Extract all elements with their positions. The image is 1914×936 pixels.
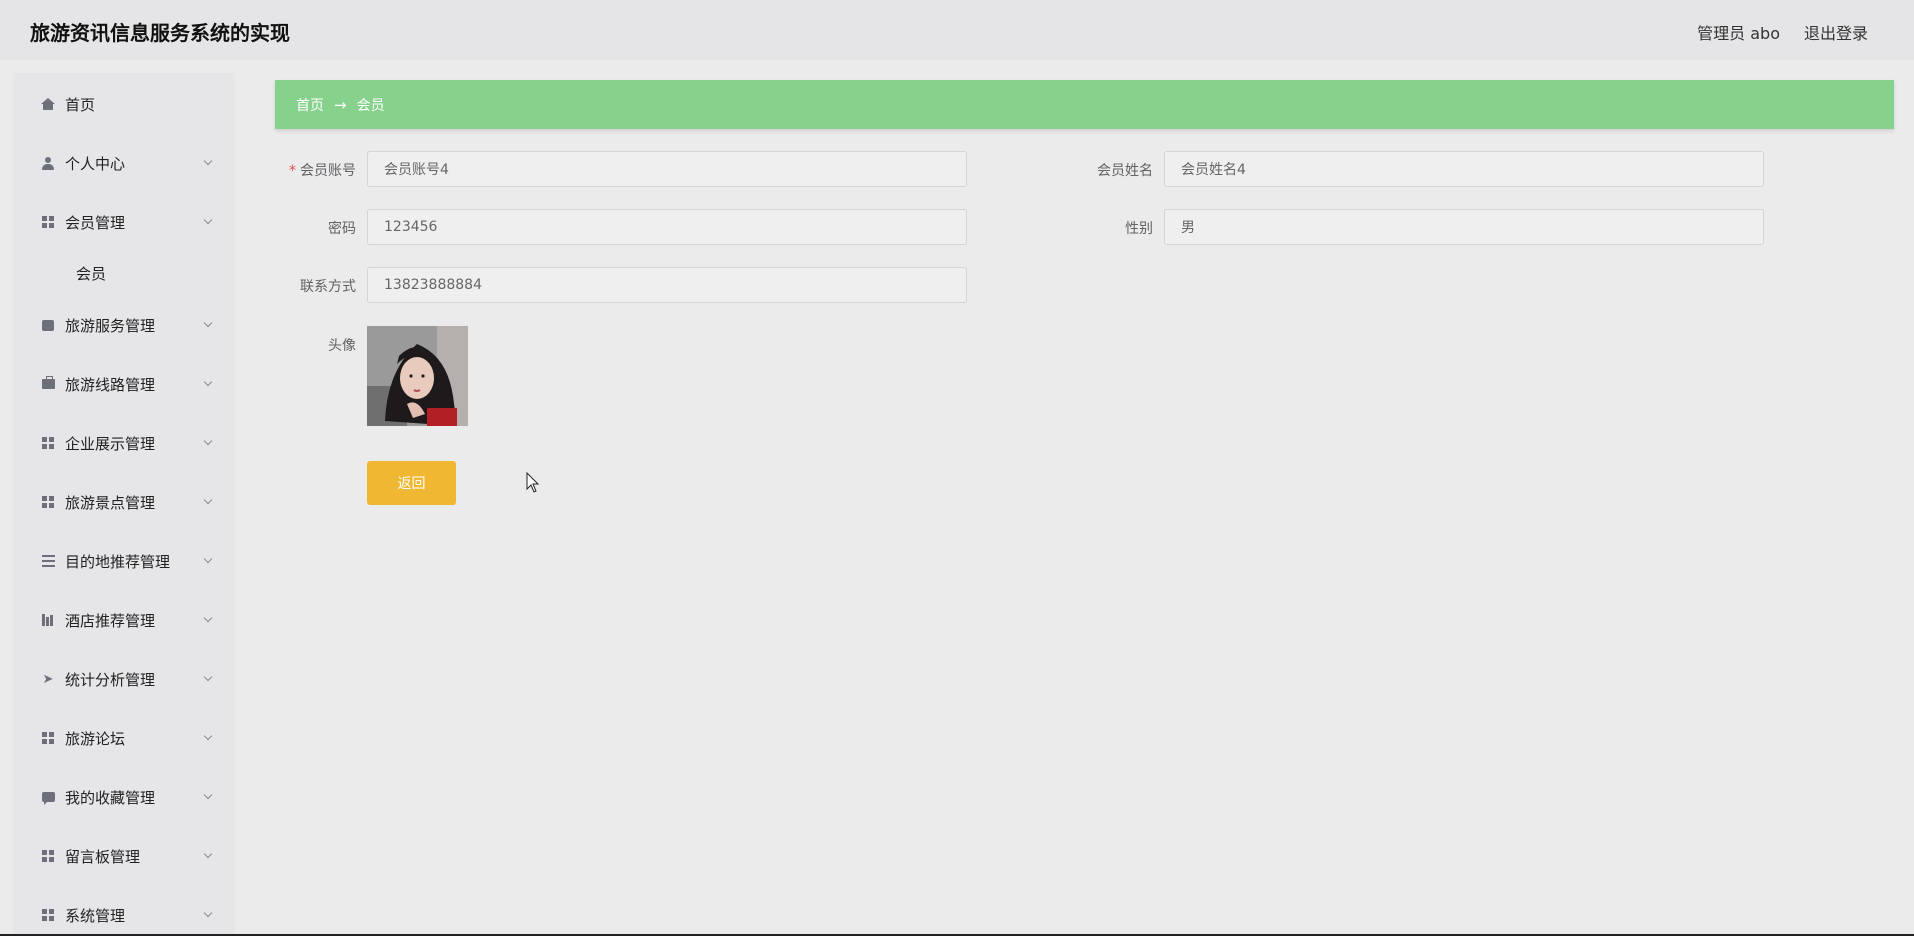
sliders-icon <box>41 554 55 568</box>
grid-icon <box>41 215 55 229</box>
chevron-down-icon <box>203 495 213 505</box>
gender-field[interactable]: 男 <box>1164 209 1764 245</box>
chevron-down-icon <box>203 613 213 623</box>
chevron-down-icon <box>203 849 213 859</box>
name-field[interactable]: 会员姓名4 <box>1164 151 1764 187</box>
user-icon <box>41 156 55 170</box>
sidebar-item-label: 系统管理 <box>65 906 126 925</box>
sidebar-item-label: 旅游论坛 <box>65 729 126 748</box>
sidebar-item-message-board[interactable]: 留言板管理 <box>13 836 235 876</box>
arrow-right-icon: → <box>334 95 347 114</box>
sidebar-item-personal-center[interactable]: 个人中心 <box>13 143 235 183</box>
admin-user-label[interactable]: 管理员 abo <box>1697 20 1780 44</box>
user-area: 管理员 abo 退出登录 <box>1697 20 1868 44</box>
password-label: 密码 <box>328 221 356 237</box>
sidebar-item-system[interactable]: 系统管理 <box>13 895 235 935</box>
grid-icon <box>41 731 55 745</box>
chevron-down-icon <box>203 156 213 166</box>
briefcase-icon <box>41 376 55 391</box>
chevron-down-icon <box>203 554 213 564</box>
sidebar-item-travel-route[interactable]: 旅游线路管理 <box>13 364 235 404</box>
name-label: 会员姓名 <box>1097 163 1153 179</box>
sidebar-item-label: 企业展示管理 <box>65 434 156 453</box>
sidebar-item-label: 会员管理 <box>65 213 126 232</box>
grid-icon <box>41 436 55 450</box>
sidebar-subitem-member[interactable]: 会员 <box>13 253 235 293</box>
app-title: 旅游资讯信息服务系统的实现 <box>30 21 290 45</box>
sidebar-item-member-management[interactable]: 会员管理 <box>13 202 235 242</box>
sidebar-item-favorites[interactable]: 我的收藏管理 <box>13 777 235 817</box>
logout-link[interactable]: 退出登录 <box>1804 20 1868 44</box>
account-label: * 会员账号 <box>289 163 356 179</box>
sidebar-item-statistics[interactable]: ➤ 统计分析管理 <box>13 659 235 699</box>
sidebar-item-label: 个人中心 <box>65 154 126 173</box>
top-bar: 旅游资讯信息服务系统的实现 管理员 abo 退出登录 <box>0 0 1914 60</box>
chevron-down-icon <box>203 908 213 918</box>
chevron-down-icon <box>203 215 213 225</box>
back-button[interactable]: 返回 <box>367 461 456 505</box>
bar-chart-icon <box>41 613 55 627</box>
chevron-down-icon <box>203 731 213 741</box>
chevron-down-icon <box>203 318 213 328</box>
chat-icon <box>41 790 55 805</box>
breadcrumb-home[interactable]: 首页 <box>296 95 324 115</box>
sidebar-item-label: 统计分析管理 <box>65 670 156 689</box>
password-field[interactable]: 123456 <box>367 209 967 245</box>
sidebar-item-label: 留言板管理 <box>65 847 141 866</box>
breadcrumb-current: 会员 <box>356 97 385 114</box>
sidebar-item-hotel[interactable]: 酒店推荐管理 <box>13 600 235 640</box>
sidebar-item-label: 首页 <box>65 95 96 114</box>
sidebar-item-label: 酒店推荐管理 <box>65 611 156 630</box>
grid-icon <box>41 495 55 509</box>
chevron-down-icon <box>203 672 213 682</box>
box-icon <box>41 318 55 332</box>
chevron-down-icon <box>203 377 213 387</box>
avatar <box>367 326 468 426</box>
breadcrumb: 首页 → 会员 <box>275 80 1894 129</box>
sidebar-item-travel-service[interactable]: 旅游服务管理 <box>13 305 235 345</box>
contact-field[interactable]: 13823888884 <box>367 267 967 303</box>
grid-icon <box>41 908 55 922</box>
gender-label: 性别 <box>1125 221 1153 237</box>
sidebar: 首页 个人中心 会员管理 会员 旅游服务管理 旅游线路管理 企业展示管理 旅游景… <box>13 73 235 936</box>
home-icon <box>41 97 55 111</box>
sidebar-item-label: 旅游线路管理 <box>65 375 156 394</box>
sidebar-item-scenic-spot[interactable]: 旅游景点管理 <box>13 482 235 522</box>
required-mark: * <box>289 163 296 179</box>
contact-label: 联系方式 <box>300 279 356 295</box>
account-field[interactable]: 会员账号4 <box>367 151 967 187</box>
sidebar-item-home[interactable]: 首页 <box>13 84 235 124</box>
sidebar-item-label: 我的收藏管理 <box>65 788 156 807</box>
mouse-cursor-icon <box>526 472 540 493</box>
sidebar-item-destination[interactable]: 目的地推荐管理 <box>13 541 235 581</box>
sidebar-item-forum[interactable]: 旅游论坛 <box>13 718 235 758</box>
sidebar-item-label: 旅游景点管理 <box>65 493 156 512</box>
sidebar-subitem-label: 会员 <box>76 264 107 283</box>
chevron-down-icon <box>203 436 213 446</box>
grid-icon <box>41 849 55 863</box>
sidebar-item-label: 目的地推荐管理 <box>65 552 171 571</box>
sidebar-item-label: 旅游服务管理 <box>65 316 156 335</box>
chevron-down-icon <box>203 790 213 800</box>
avatar-label: 头像 <box>328 338 356 354</box>
send-icon: ➤ <box>42 671 54 687</box>
sidebar-item-enterprise-display[interactable]: 企业展示管理 <box>13 423 235 463</box>
